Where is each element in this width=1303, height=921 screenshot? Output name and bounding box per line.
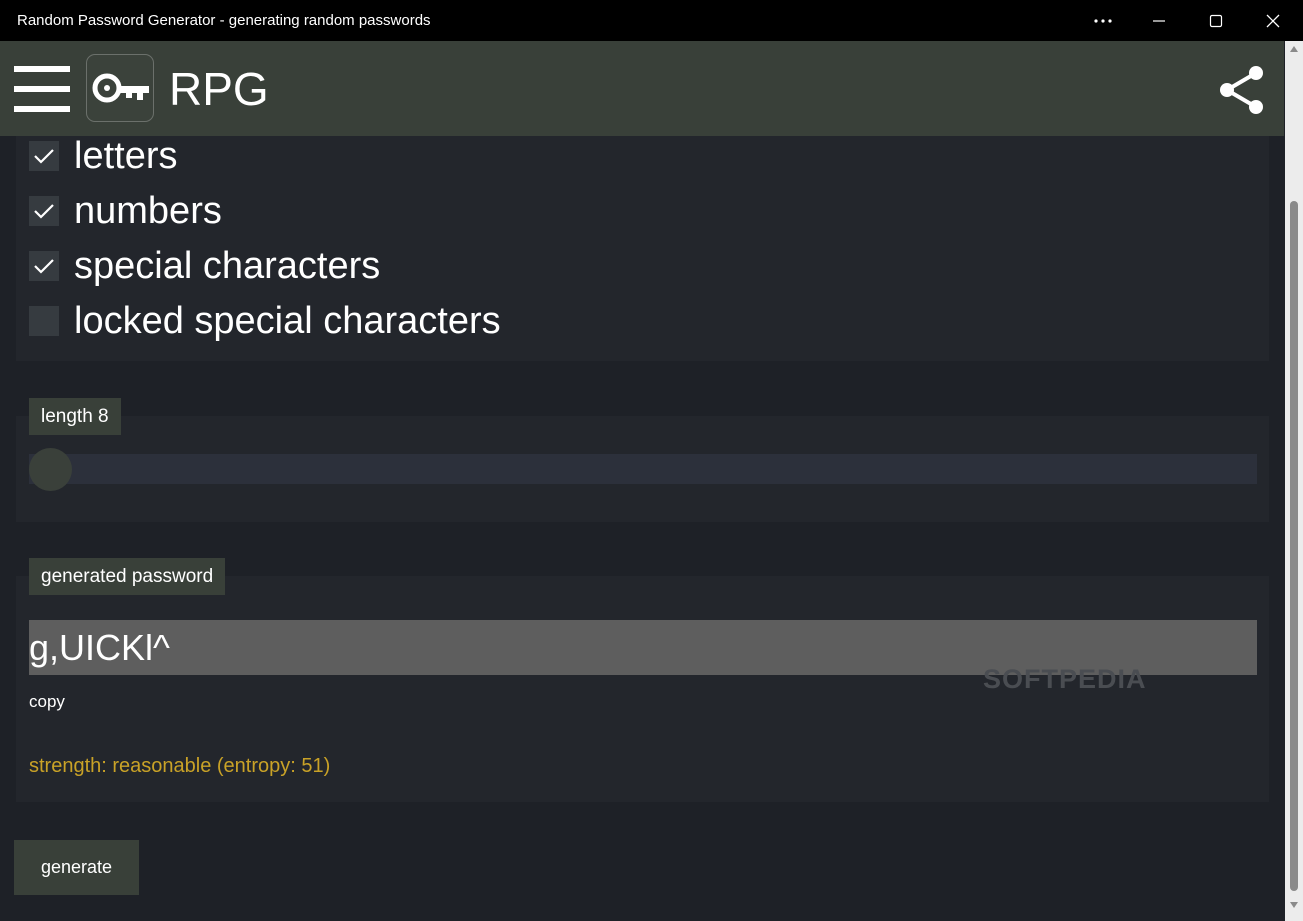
option-label: locked special characters [74, 299, 501, 342]
numbers-checkbox[interactable] [29, 196, 59, 226]
title-bar: Random Password Generator - generating r… [0, 0, 1303, 42]
watermark: SOFTPEDIA [983, 664, 1147, 694]
checkmark-icon [34, 204, 54, 219]
window-title: Random Password Generator - generating r… [17, 12, 431, 29]
letters-checkbox[interactable] [29, 141, 59, 171]
special-characters-checkbox[interactable] [29, 251, 59, 281]
length-slider-track[interactable] [29, 454, 1257, 484]
option-locked-special-characters[interactable]: locked special characters [29, 299, 501, 342]
checkmark-icon [34, 259, 54, 274]
strength-text: strength: reasonable (entropy: 51) [29, 755, 331, 777]
scroll-up-icon [1290, 46, 1298, 52]
option-special-characters[interactable]: special characters [29, 244, 381, 287]
option-numbers[interactable]: numbers [29, 189, 222, 232]
app-title: RPG [169, 63, 269, 115]
app-bar: RPG [0, 41, 1284, 136]
locked-special-characters-checkbox[interactable] [29, 306, 59, 336]
more-icon [1094, 18, 1112, 23]
length-slider-handle[interactable] [29, 448, 72, 491]
option-label: special characters [74, 244, 381, 287]
option-label: numbers [74, 189, 222, 232]
copy-button[interactable]: copy [29, 692, 65, 712]
minimize-button[interactable] [1131, 0, 1187, 41]
option-letters[interactable]: letters [29, 134, 178, 177]
share-icon[interactable] [1215, 64, 1267, 116]
checkmark-icon [34, 149, 54, 164]
length-label: length 8 [29, 398, 121, 435]
more-options-button[interactable] [1075, 0, 1131, 41]
key-icon [86, 54, 154, 122]
hamburger-menu-icon[interactable] [14, 66, 70, 114]
scrollbar-thumb[interactable] [1290, 201, 1298, 891]
maximize-button[interactable] [1188, 0, 1244, 41]
generated-password-label: generated password [29, 558, 226, 595]
vertical-scrollbar[interactable] [1285, 41, 1303, 921]
close-button[interactable] [1245, 0, 1301, 41]
scroll-down-icon [1290, 902, 1298, 908]
option-label: letters [74, 134, 178, 177]
maximize-icon [1209, 14, 1223, 27]
close-icon [1266, 14, 1280, 27]
generate-button[interactable]: generate [14, 840, 139, 895]
minimize-icon [1153, 19, 1165, 22]
